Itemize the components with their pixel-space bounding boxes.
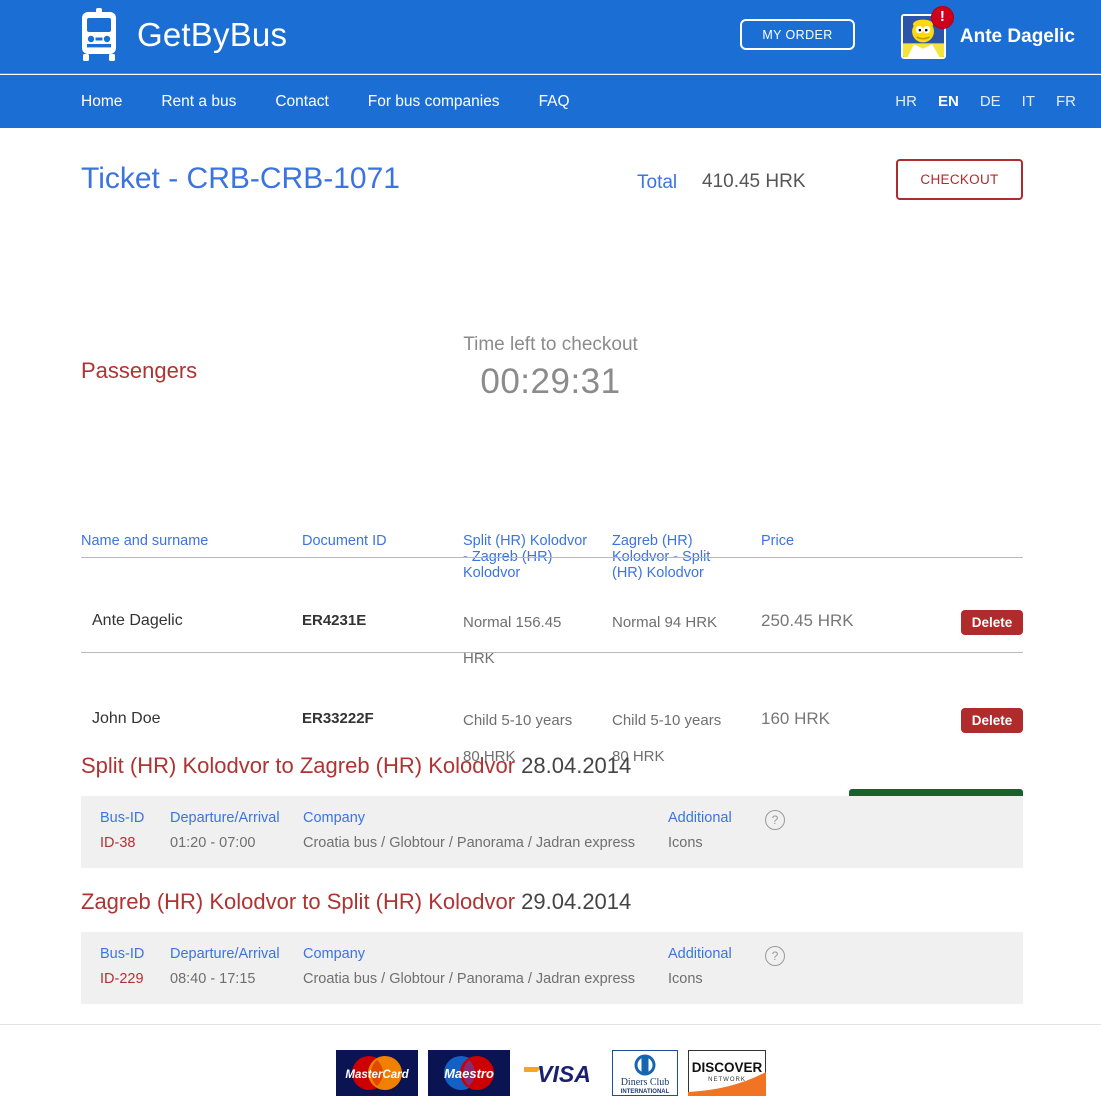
lang-de[interactable]: DE — [980, 93, 1001, 110]
help-icon[interactable]: ? — [765, 810, 785, 830]
route-col-header-company: Company — [303, 810, 366, 826]
col-header-name: Name and surname — [81, 533, 209, 549]
lang-fr[interactable]: FR — [1056, 93, 1076, 110]
lang-it[interactable]: IT — [1022, 93, 1035, 110]
route-col-header-departure-arrival: Departure/Arrival — [170, 946, 280, 962]
lang-hr[interactable]: HR — [895, 93, 917, 110]
user-name: Ante Dagelic — [959, 25, 1075, 47]
passenger-name: John Doe — [92, 710, 161, 727]
passenger-inbound-fare: Child 5-10 years 80 HRK — [612, 712, 722, 765]
svg-text:NETWORK: NETWORK — [708, 1077, 746, 1083]
route-additional-icons: Icons — [668, 835, 703, 851]
route-heading: Zagreb (HR) Kolodvor to Split (HR) Kolod… — [81, 889, 631, 915]
notification-badge[interactable]: ! — [930, 6, 954, 29]
col-header-price: Price — [761, 533, 795, 549]
route-col-header-departure-arrival: Departure/Arrival — [170, 810, 280, 826]
route-col-header-company: Company — [303, 946, 366, 962]
table-header-row: Name and surname Document ID Split (HR) … — [81, 533, 1023, 605]
my-order-button[interactable]: MY ORDER — [740, 19, 855, 50]
svg-text:VISA: VISA — [537, 1061, 591, 1087]
route-heading: Split (HR) Kolodvor to Zagreb (HR) Kolod… — [81, 753, 631, 779]
bus-icon — [78, 8, 120, 62]
route-company: Croatia bus / Globtour / Panorama / Jadr… — [303, 835, 636, 851]
passengers-section-title: Passengers — [81, 358, 198, 383]
svg-text:INTERNATIONAL: INTERNATIONAL — [620, 1089, 669, 1095]
main-content: Ticket - CRB-CRB-1071 Total 410.45 HRK C… — [0, 128, 1101, 1004]
route-details-card: Bus-ID Departure/Arrival Company Additio… — [81, 932, 1023, 1004]
route-departure-arrival: 01:20 - 07:00 — [170, 835, 256, 851]
route-details-card: Bus-ID Departure/Arrival Company Additio… — [81, 796, 1023, 868]
delete-passenger-button[interactable]: Delete — [961, 708, 1023, 733]
page-root: GetByBus MY ORDER ! Ante Dagelic Home Re… — [0, 0, 1101, 1101]
route-bus-id: ID-38 — [100, 835, 136, 851]
brand-logo[interactable]: GetByBus — [78, 8, 287, 62]
total-value: 410.45 HRK — [702, 171, 806, 192]
language-selector: HR EN DE IT FR — [874, 75, 1076, 128]
passenger-document-id: ER33222F — [302, 710, 374, 727]
route-heading-route: Split (HR) Kolodvor to Zagreb (HR) Kolod… — [81, 753, 522, 778]
svg-text:DISCOVER: DISCOVER — [691, 1060, 762, 1075]
route-col-header-bus-id: Bus-ID — [100, 810, 145, 826]
passenger-outbound-fare: Normal 156.45 HRK — [463, 614, 562, 667]
svg-text:Diners Club: Diners Club — [620, 1077, 669, 1088]
brand-name: GetByBus — [137, 16, 288, 53]
nav-item-for-bus-companies[interactable]: For bus companies — [368, 93, 500, 111]
svg-text:MasterCard: MasterCard — [345, 1069, 409, 1081]
route-bus-id: ID-229 — [100, 971, 144, 987]
checkout-timer: Time left to checkout 00:29:31 — [0, 214, 1101, 401]
nav-item-rent-a-bus[interactable]: Rent a bus — [161, 93, 236, 111]
passenger-price: 250.45 HRK — [761, 611, 854, 630]
top-header: GetByBus MY ORDER ! Ante Dagelic — [0, 0, 1101, 74]
table-divider — [81, 652, 1023, 653]
ticket-summary-row: Ticket - CRB-CRB-1071 Total 410.45 HRK C… — [0, 128, 1101, 214]
route-additional-icons: Icons — [668, 971, 703, 987]
col-header-document-id: Document ID — [302, 533, 387, 549]
avatar[interactable]: ! — [900, 6, 954, 59]
route-col-header-additional: Additional — [668, 946, 732, 962]
passengers-table: Name and surname Document ID Split (HR) … — [81, 533, 1023, 785]
delete-passenger-button[interactable]: Delete — [961, 610, 1023, 635]
total-label: Total — [637, 172, 678, 193]
nav-links: Home Rent a bus Contact For bus companie… — [81, 75, 609, 128]
lang-en[interactable]: EN — [938, 93, 959, 110]
user-menu[interactable]: ! Ante Dagelic — [900, 6, 1075, 59]
route-heading-route: Zagreb (HR) Kolodvor to Split (HR) Kolod… — [81, 889, 522, 914]
help-icon[interactable]: ? — [765, 946, 785, 966]
mastercard-icon: MasterCard — [335, 1050, 418, 1096]
payment-methods: MasterCard Maestro VISA Diners Club INTE… — [0, 1050, 1101, 1096]
route-col-header-bus-id: Bus-ID — [100, 946, 145, 962]
route-departure-arrival: 08:40 - 17:15 — [170, 971, 256, 987]
table-divider — [81, 557, 1023, 558]
passenger-document-id: ER4231E — [302, 612, 367, 629]
visa-icon: VISA — [519, 1050, 602, 1096]
passenger-price: 160 HRK — [761, 709, 830, 728]
page-title: Ticket - CRB-CRB-1071 — [81, 162, 400, 195]
discover-icon: DISCOVER NETWORK — [687, 1050, 766, 1096]
checkout-button[interactable]: CHECKOUT — [896, 159, 1023, 200]
svg-text:Maestro: Maestro — [444, 1066, 494, 1081]
main-navigation: Home Rent a bus Contact For bus companie… — [0, 75, 1101, 128]
maestro-icon: Maestro — [427, 1050, 510, 1096]
passenger-inbound-fare: Normal 94 HRK — [612, 614, 718, 631]
timer-label: Time left to checkout — [463, 334, 638, 355]
table-row: Ante Dagelic ER4231E Normal 156.45 HRK N… — [81, 605, 1023, 690]
route-company: Croatia bus / Globtour / Panorama / Jadr… — [303, 971, 636, 987]
nav-item-home[interactable]: Home — [81, 93, 122, 111]
route-heading-date: 28.04.2014 — [521, 753, 632, 778]
nav-item-faq[interactable]: FAQ — [539, 93, 570, 111]
nav-item-contact[interactable]: Contact — [275, 93, 328, 111]
passenger-name: Ante Dagelic — [92, 612, 183, 629]
footer-divider — [0, 1024, 1101, 1025]
route-col-header-additional: Additional — [668, 810, 732, 826]
route-heading-date: 29.04.2014 — [521, 889, 632, 914]
diners-club-icon: Diners Club INTERNATIONAL — [611, 1050, 678, 1096]
